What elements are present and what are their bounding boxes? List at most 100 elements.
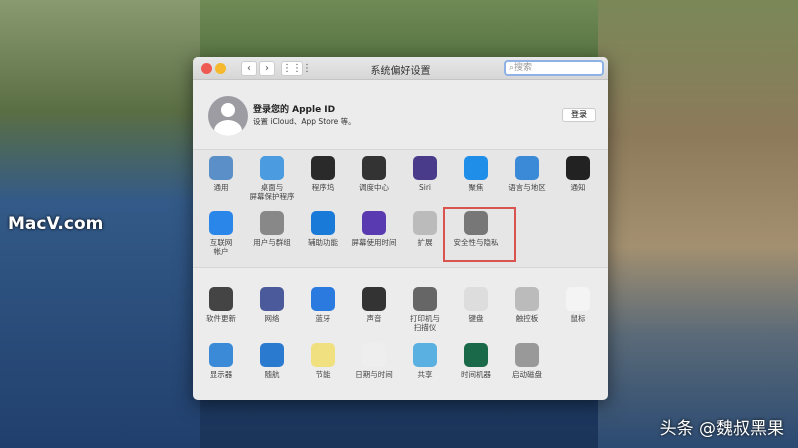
time-machine-icon bbox=[464, 343, 488, 367]
pref-item-label: 触控板 bbox=[515, 314, 539, 323]
software-update-icon bbox=[209, 287, 233, 311]
pref-item-mouse[interactable]: 鼠标 bbox=[553, 287, 603, 323]
sharing-icon bbox=[413, 343, 437, 367]
system-preferences-window: ‹ › ⋮⋮⋮ 系统偏好设置 ⌕搜索 登录您的 Apple ID 设置 iClo… bbox=[193, 57, 608, 400]
title-bar: ‹ › ⋮⋮⋮ 系统偏好设置 ⌕搜索 bbox=[193, 57, 608, 80]
siri-icon bbox=[413, 156, 437, 180]
security-icon bbox=[464, 211, 488, 235]
pref-item-label: 键盘 bbox=[468, 314, 484, 323]
desktop-wallpaper-right bbox=[598, 0, 798, 448]
general-icon bbox=[209, 156, 233, 180]
pref-item-label: 通知 bbox=[570, 183, 586, 192]
pref-item-software-update[interactable]: 软件更新 bbox=[196, 287, 246, 323]
pref-item-label: 日期与时间 bbox=[355, 370, 393, 379]
pref-item-users[interactable]: 用户与群组 bbox=[247, 211, 297, 247]
pref-item-label: 时间机器 bbox=[461, 370, 491, 379]
language-icon bbox=[515, 156, 539, 180]
pref-item-date-time[interactable]: 日期与时间 bbox=[349, 343, 399, 379]
preferences-section-hardware: 软件更新 网络 蓝牙 声音 打印机与 扫描仪 键盘 触控板 鼠标显示器 随航 节能 日期与时间 共享 时… bbox=[193, 268, 608, 399]
pref-item-label: 通用 bbox=[213, 183, 229, 192]
pref-item-label: 辅助功能 bbox=[308, 238, 338, 247]
pref-item-label: 屏幕使用时间 bbox=[351, 238, 397, 247]
users-icon bbox=[260, 211, 284, 235]
pref-item-sharing[interactable]: 共享 bbox=[400, 343, 450, 379]
pref-item-dock[interactable]: 程序坞 bbox=[298, 156, 348, 192]
pref-item-siri[interactable]: Siri bbox=[400, 156, 450, 192]
pref-item-label: 共享 bbox=[417, 370, 433, 379]
avatar bbox=[208, 96, 248, 136]
pref-item-label: 互联网 帐户 bbox=[209, 238, 233, 256]
pref-item-label: 显示器 bbox=[209, 370, 233, 379]
accessibility-icon bbox=[311, 211, 335, 235]
pref-item-label: 随航 bbox=[264, 370, 280, 379]
pref-item-label: 打印机与 扫描仪 bbox=[410, 314, 440, 332]
apple-id-subtitle: 设置 iCloud、App Store 等。 bbox=[253, 117, 356, 126]
pref-item-trackpad[interactable]: 触控板 bbox=[502, 287, 552, 323]
spotlight-icon bbox=[464, 156, 488, 180]
energy-saver-icon bbox=[311, 343, 335, 367]
extensions-icon bbox=[413, 211, 437, 235]
pref-item-sidecar[interactable]: 随航 bbox=[247, 343, 297, 379]
date-time-icon bbox=[362, 343, 386, 367]
pref-item-label: Siri bbox=[418, 183, 431, 192]
keyboard-icon bbox=[464, 287, 488, 311]
desktop-icon bbox=[260, 156, 284, 180]
pref-item-label: 调度中心 bbox=[359, 183, 389, 192]
trackpad-icon bbox=[515, 287, 539, 311]
pref-item-screen-time[interactable]: 屏幕使用时间 bbox=[349, 211, 399, 247]
mouse-icon bbox=[566, 287, 590, 311]
printer-icon bbox=[413, 287, 437, 311]
search-placeholder: 搜索 bbox=[514, 63, 533, 73]
pref-item-general[interactable]: 通用 bbox=[196, 156, 246, 192]
pref-item-extensions[interactable]: 扩展 bbox=[400, 211, 450, 247]
pref-item-accessibility[interactable]: 辅助功能 bbox=[298, 211, 348, 247]
search-input[interactable]: ⌕搜索 bbox=[504, 60, 604, 76]
pref-item-label: 扩展 bbox=[417, 238, 433, 247]
bluetooth-icon bbox=[311, 287, 335, 311]
pref-item-energy-saver[interactable]: 节能 bbox=[298, 343, 348, 379]
notifications-icon bbox=[566, 156, 590, 180]
credit-text: 头条 @魏叔黑果 bbox=[659, 419, 784, 439]
pref-item-label: 蓝牙 bbox=[315, 314, 331, 323]
pref-item-label: 声音 bbox=[366, 314, 382, 323]
dock-icon bbox=[311, 156, 335, 180]
sidecar-icon bbox=[260, 343, 284, 367]
pref-item-displays[interactable]: 显示器 bbox=[196, 343, 246, 379]
pref-item-label: 语言与地区 bbox=[508, 183, 546, 192]
mission-control-icon bbox=[362, 156, 386, 180]
pref-item-mission-control[interactable]: 调度中心 bbox=[349, 156, 399, 192]
pref-item-label: 桌面与 屏幕保护程序 bbox=[249, 183, 295, 201]
pref-item-notifications[interactable]: 通知 bbox=[553, 156, 603, 192]
preferences-section-personal: 通用 桌面与 屏幕保护程序 程序坞 调度中心 Siri 聚焦 语言与地区 通知互联网 帐户 用户… bbox=[193, 150, 608, 268]
pref-item-time-machine[interactable]: 时间机器 bbox=[451, 343, 501, 379]
pref-item-label: 网络 bbox=[264, 314, 280, 323]
pref-item-language[interactable]: 语言与地区 bbox=[502, 156, 552, 192]
pref-item-label: 软件更新 bbox=[206, 314, 236, 323]
apple-id-section: 登录您的 Apple ID 设置 iCloud、App Store 等。 登录 bbox=[193, 80, 608, 150]
pref-item-startup-disk[interactable]: 启动磁盘 bbox=[502, 343, 552, 379]
pref-item-network[interactable]: 网络 bbox=[247, 287, 297, 323]
pref-item-label: 鼠标 bbox=[570, 314, 586, 323]
login-button[interactable]: 登录 bbox=[562, 108, 596, 122]
network-icon bbox=[260, 287, 284, 311]
pref-item-label: 聚焦 bbox=[468, 183, 484, 192]
displays-icon bbox=[209, 343, 233, 367]
pref-item-keyboard[interactable]: 键盘 bbox=[451, 287, 501, 323]
apple-id-title: 登录您的 Apple ID bbox=[253, 105, 336, 115]
pref-item-internet-accounts[interactable]: 互联网 帐户 bbox=[196, 211, 246, 256]
pref-item-printer[interactable]: 打印机与 扫描仪 bbox=[400, 287, 450, 332]
screen-time-icon bbox=[362, 211, 386, 235]
pref-item-spotlight[interactable]: 聚焦 bbox=[451, 156, 501, 192]
pref-item-label: 安全性与隐私 bbox=[453, 238, 499, 247]
pref-item-bluetooth[interactable]: 蓝牙 bbox=[298, 287, 348, 323]
startup-disk-icon bbox=[515, 343, 539, 367]
pref-item-label: 启动磁盘 bbox=[512, 370, 542, 379]
pref-item-label: 用户与群组 bbox=[253, 238, 291, 247]
sound-icon bbox=[362, 287, 386, 311]
pref-item-label: 节能 bbox=[315, 370, 331, 379]
pref-item-sound[interactable]: 声音 bbox=[349, 287, 399, 323]
macv-logo: MacV.com bbox=[8, 214, 104, 234]
pref-item-desktop[interactable]: 桌面与 屏幕保护程序 bbox=[247, 156, 297, 201]
pref-item-security[interactable]: 安全性与隐私 bbox=[451, 211, 501, 247]
pref-item-label: 程序坞 bbox=[311, 183, 335, 192]
